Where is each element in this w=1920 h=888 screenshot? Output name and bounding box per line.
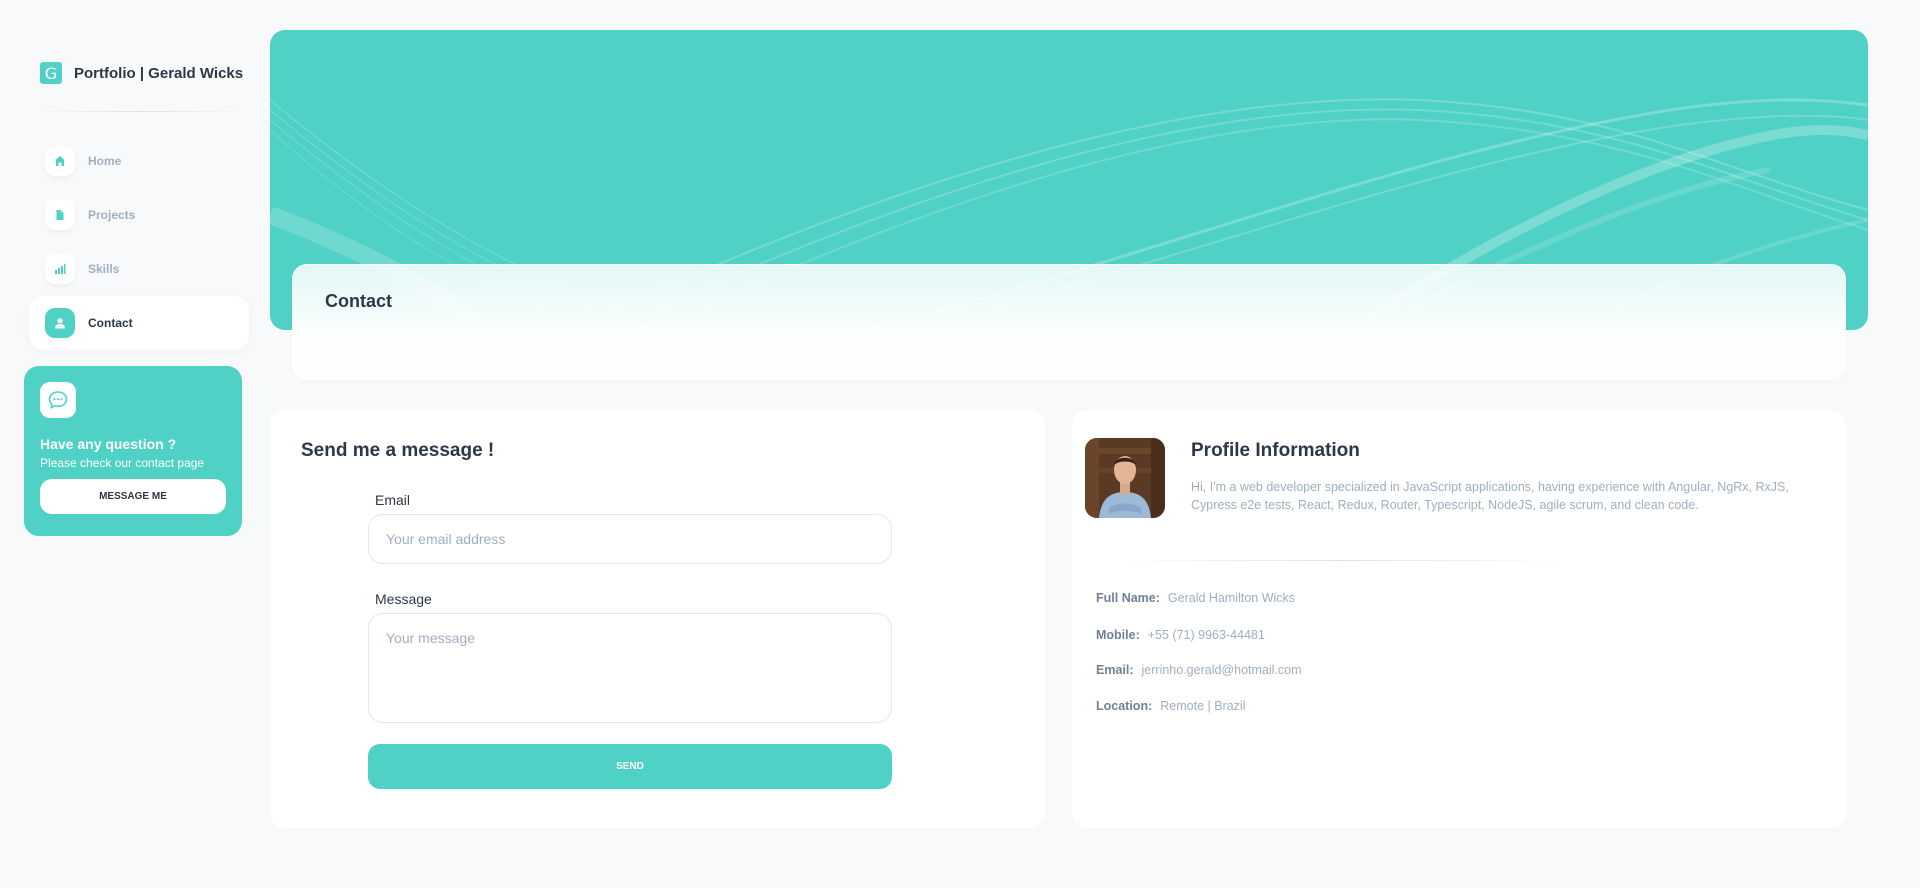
brand-title: Portfolio | Gerald Wicks xyxy=(74,64,244,82)
sidebar-item-label: Skills xyxy=(88,262,120,276)
person-icon xyxy=(45,308,75,338)
message-me-button[interactable]: MESSAGE ME xyxy=(40,479,226,514)
message-field[interactable] xyxy=(368,613,892,723)
info-row-full-name: Full Name: Gerald Hamilton Wicks xyxy=(1096,591,1295,605)
sidebar-item-label: Home xyxy=(88,154,122,168)
info-value: jerrinho.gerald@hotmail.com xyxy=(1141,663,1302,677)
info-value: Gerald Hamilton Wicks xyxy=(1167,591,1296,605)
sidebar-item-label: Projects xyxy=(88,208,136,222)
info-key: Location: xyxy=(1096,699,1153,713)
info-value: +55 (71) 9963-44481 xyxy=(1147,628,1265,642)
profile-divider xyxy=(1112,560,1572,561)
help-card: Have any question ? Please check our con… xyxy=(24,366,242,536)
help-title: Have any question ? xyxy=(40,436,177,452)
message-label: Message xyxy=(375,591,432,607)
info-row-mobile: Mobile: +55 (71) 9963-44481 xyxy=(1096,628,1265,642)
send-button[interactable]: SEND xyxy=(368,744,892,789)
profile-card: Profile Information Hi, I'm a web develo… xyxy=(1072,410,1846,828)
bar-chart-icon xyxy=(45,254,75,284)
profile-title: Profile Information xyxy=(1191,440,1360,461)
brand-logo: G xyxy=(40,62,62,84)
sidebar-item-skills[interactable]: Skills xyxy=(29,242,249,296)
info-value: Remote | Brazil xyxy=(1160,699,1246,713)
info-key: Email: xyxy=(1096,663,1134,677)
page-title: Contact xyxy=(325,291,392,311)
brand[interactable]: G Portfolio | Gerald Wicks xyxy=(40,62,243,84)
help-subtitle: Please check our contact page xyxy=(40,456,205,470)
document-icon xyxy=(45,200,75,230)
page-title-card: Contact xyxy=(292,264,1846,380)
home-icon xyxy=(45,146,75,176)
sidebar-item-home[interactable]: Home xyxy=(29,134,249,188)
message-card: Send me a message ! Email Message SEND xyxy=(270,410,1045,828)
info-key: Mobile: xyxy=(1096,628,1140,642)
avatar xyxy=(1085,438,1165,518)
sidebar-item-projects[interactable]: Projects xyxy=(29,188,249,242)
email-field[interactable] xyxy=(368,514,892,564)
info-row-location: Location: Remote | Brazil xyxy=(1096,699,1245,713)
info-key: Full Name: xyxy=(1096,591,1160,605)
sidebar-nav: Home Projects Skills Contact xyxy=(29,134,249,350)
info-row-email: Email: jerrinho.gerald@hotmail.com xyxy=(1096,663,1302,677)
message-card-title: Send me a message ! xyxy=(301,440,495,461)
sidebar-divider xyxy=(36,111,250,112)
sidebar-item-contact[interactable]: Contact xyxy=(29,296,249,350)
email-label: Email xyxy=(375,492,411,508)
profile-description: Hi, I'm a web developer specialized in J… xyxy=(1191,480,1789,512)
chat-bubble-icon xyxy=(40,382,76,418)
sidebar-item-label: Contact xyxy=(88,316,133,330)
